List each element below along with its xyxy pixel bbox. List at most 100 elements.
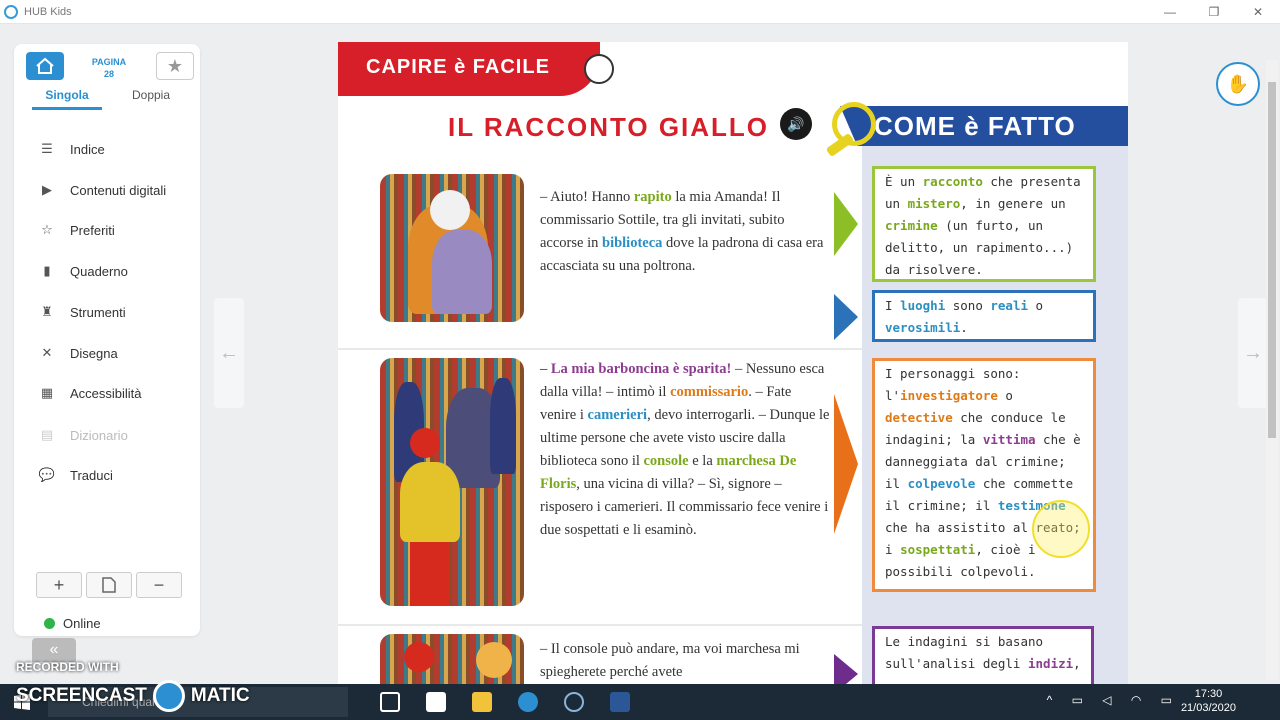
purple-arrow-icon bbox=[834, 654, 858, 684]
keyword: crimine bbox=[885, 218, 938, 233]
star-icon: ★ bbox=[166, 55, 184, 76]
notebook-icon: ▮ bbox=[43, 263, 51, 278]
info-box-places: I luoghi sono reali o verosimili. bbox=[872, 290, 1096, 342]
sidebar-item-label: Preferiti bbox=[70, 222, 115, 238]
box-text: È un bbox=[885, 174, 923, 189]
sidebar-item-quaderno[interactable]: ▮ Quaderno bbox=[36, 258, 128, 284]
bookmark-button[interactable]: ★ bbox=[156, 52, 194, 80]
keyword: colpevole bbox=[907, 476, 976, 491]
hand-icon: ✋ bbox=[1226, 73, 1250, 94]
box-text: o bbox=[1028, 298, 1044, 313]
illustration-armchair-lady bbox=[380, 174, 524, 322]
audio-button[interactable]: 🔊 bbox=[780, 108, 812, 140]
scrollbar-thumb[interactable] bbox=[1268, 82, 1276, 438]
sidebar-item-label: Quaderno bbox=[70, 263, 128, 279]
box-text: , in genere un bbox=[960, 196, 1066, 211]
page-label: PAGINA bbox=[91, 57, 127, 67]
story-text: – Aiuto! Hanno bbox=[540, 189, 634, 205]
home-button[interactable] bbox=[26, 52, 64, 80]
keyword: racconto bbox=[922, 174, 983, 189]
arrow-right-icon: → bbox=[1243, 341, 1263, 364]
box-text: Le indagini si basano sull'analisi degli bbox=[885, 634, 1044, 671]
section-divider bbox=[338, 348, 862, 350]
taskbar-clock[interactable]: 17:30 21/03/2020 bbox=[1181, 687, 1236, 715]
sidebar-item-traduci[interactable]: 💬 Traduci bbox=[36, 462, 113, 488]
watermark-logo: SCREENCAST MATIC bbox=[16, 680, 250, 712]
blue-arrow-icon bbox=[834, 294, 858, 340]
dictionary-icon: ▤ bbox=[40, 427, 54, 442]
list-icon: ☰ bbox=[41, 141, 53, 156]
story-paragraph-1: – Aiuto! Hanno rapito la mia Amanda! Il … bbox=[540, 186, 830, 278]
translate-icon: 💬 bbox=[38, 467, 56, 482]
hub-kids-taskbar-icon[interactable] bbox=[518, 692, 538, 712]
keyword: commissario bbox=[670, 384, 749, 400]
file-explorer-icon[interactable] bbox=[472, 692, 492, 712]
sidebar-item-label: Contenuti digitali bbox=[70, 182, 167, 198]
page-title: IL RACCONTO GIALLO bbox=[448, 112, 770, 142]
info-box-clues: Le indagini si basano sull'analisi degli… bbox=[872, 626, 1094, 684]
green-arrow-icon bbox=[834, 192, 858, 256]
keyword: rapito bbox=[633, 189, 672, 205]
task-view-icon[interactable] bbox=[380, 692, 400, 712]
sidebar-item-accessibilita[interactable]: ▦ Accessibilità bbox=[36, 380, 142, 406]
keyword: – La mia barboncina è sparita! bbox=[540, 361, 732, 377]
app-area: PAGINA 28 ★ Singola Doppia ☰ Indice ▶ Co… bbox=[0, 24, 1280, 684]
tab-singola[interactable]: Singola bbox=[32, 88, 102, 110]
zoom-in-button[interactable]: + bbox=[36, 572, 82, 598]
zoom-out-button[interactable]: − bbox=[136, 572, 182, 598]
watermark-text-b: MATIC bbox=[190, 685, 250, 706]
banner-logo bbox=[584, 54, 614, 84]
prev-page-button[interactable]: ← bbox=[214, 298, 244, 408]
waiter-figure bbox=[490, 378, 516, 474]
cursor-highlight bbox=[1032, 500, 1090, 558]
box-text: sono bbox=[945, 298, 991, 313]
vertical-scrollbar[interactable] bbox=[1266, 60, 1278, 680]
book-page: CAPIRE è FACILE IL RACCONTO GIALLO 🔊 COM… bbox=[338, 42, 1128, 684]
illustration-consul-marchesa bbox=[380, 634, 524, 684]
pan-tool-button[interactable]: ✋ bbox=[1216, 62, 1260, 106]
minimize-button[interactable]: — bbox=[1148, 0, 1192, 24]
sidebar-item-preferiti[interactable]: ☆ Preferiti bbox=[36, 217, 115, 243]
collapse-sidebar-button[interactable]: « bbox=[32, 638, 76, 662]
hub-kids-app-icon bbox=[4, 4, 18, 19]
sidebar-item-strumenti[interactable]: ♜ Strumenti bbox=[36, 299, 126, 325]
sidebar-item-contenuti-digitali[interactable]: ▶ Contenuti digitali bbox=[36, 177, 166, 203]
store-icon[interactable] bbox=[426, 692, 446, 712]
close-button[interactable]: ✕ bbox=[1236, 0, 1280, 24]
watermark-recorded-with: RECORDED WITH bbox=[16, 660, 119, 674]
next-page-button[interactable]: → bbox=[1238, 298, 1268, 408]
word-icon[interactable] bbox=[610, 692, 630, 712]
arrow-left-icon: ← bbox=[219, 341, 239, 364]
box-text: I bbox=[885, 298, 901, 313]
commissioner-hat bbox=[410, 428, 440, 458]
section-banner: CAPIRE è FACILE bbox=[338, 42, 600, 96]
box-text: , bbox=[1073, 656, 1081, 671]
keyword: verosimili bbox=[885, 320, 961, 335]
keyword: camerieri bbox=[587, 407, 648, 423]
sidebar-item-label: Strumenti bbox=[70, 304, 126, 320]
keyword: indizi bbox=[1028, 656, 1074, 671]
sidebar-item-label: Indice bbox=[70, 141, 105, 157]
restore-button[interactable]: ❐ bbox=[1192, 0, 1236, 24]
sidebar-item-disegna[interactable]: ✕ Disegna bbox=[36, 340, 118, 366]
keyword: mistero bbox=[907, 196, 961, 211]
commissioner-coat bbox=[400, 462, 460, 542]
story-paragraph-3: – Il console può andare, ma voi marchesa… bbox=[540, 638, 830, 684]
tab-doppia[interactable]: Doppia bbox=[118, 88, 184, 102]
system-tray[interactable]: ^ ▭ ◁ ◠ ▭ bbox=[1047, 693, 1180, 707]
screencast-taskbar-icon[interactable] bbox=[564, 692, 584, 712]
lady-head bbox=[430, 190, 470, 230]
sidebar-item-indice[interactable]: ☰ Indice bbox=[36, 136, 105, 162]
clock-date: 21/03/2020 bbox=[1180, 702, 1236, 714]
video-icon: ▶ bbox=[42, 182, 52, 197]
sidebar-item-label: Dizionario bbox=[70, 427, 128, 443]
commissioner-trousers bbox=[410, 542, 450, 606]
screencast-logo-icon bbox=[152, 680, 185, 712]
watermark-text-a: SCREENCAST bbox=[16, 685, 147, 706]
keyword: luoghi bbox=[900, 298, 946, 313]
story-text: e la bbox=[688, 453, 717, 469]
tools-icon: ♜ bbox=[41, 304, 53, 319]
window-controls: — ❐ ✕ bbox=[1148, 0, 1280, 24]
commissioner-hat bbox=[404, 642, 434, 672]
fit-page-button[interactable] bbox=[86, 572, 132, 598]
